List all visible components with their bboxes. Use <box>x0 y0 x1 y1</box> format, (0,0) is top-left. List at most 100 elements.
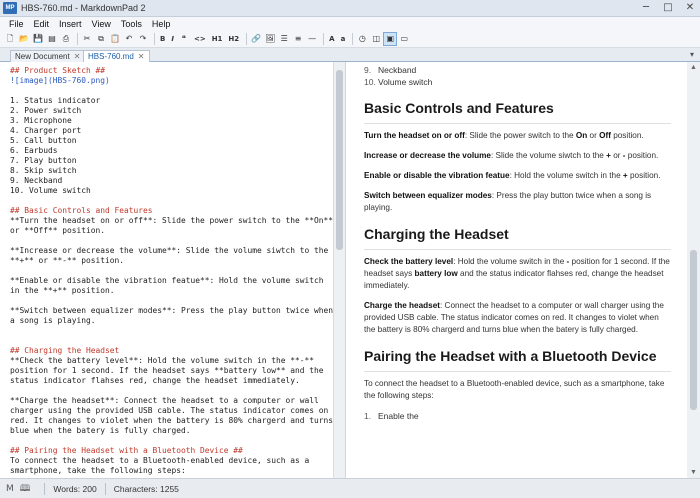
close-tab-icon[interactable]: ✕ <box>74 52 81 61</box>
save-all-icon[interactable]: ▤ <box>46 33 58 45</box>
preview-scrollbar[interactable]: ▲ ▼ <box>687 62 700 478</box>
editor-line[interactable]: red. It changes to violet when the batte… <box>10 416 333 425</box>
editor-line[interactable]: 1. Status indicator <box>10 96 100 105</box>
markdown-mode-icon[interactable]: M <box>6 484 14 494</box>
minimize-button[interactable]: ─ <box>640 2 652 14</box>
paragraph-battery-level: Check the battery level: Hold the volume… <box>364 257 670 290</box>
menu-insert[interactable]: Insert <box>54 17 87 31</box>
status-divider <box>104 482 106 495</box>
image-icon[interactable]: 🖼 <box>264 33 276 45</box>
heading1-button[interactable]: H1 <box>210 33 225 45</box>
tab-hbs-760[interactable]: HBS-760.md ✕ <box>83 50 150 62</box>
toolbar-divider <box>246 33 248 45</box>
app-logo-icon: MP <box>3 2 17 14</box>
timestamp-icon[interactable]: ◷ <box>356 33 368 45</box>
editor-line[interactable]: position for 1 second. If the headset sa… <box>10 366 324 375</box>
lowercase-button[interactable]: a <box>339 33 348 45</box>
editor-line[interactable]: 4. Charger port <box>10 126 81 135</box>
paragraph-equalizer: Switch between equalizer modes: Press th… <box>364 191 652 212</box>
editor-line[interactable]: **Increase or decrease the volume**: Sli… <box>10 246 328 255</box>
editor-line[interactable]: ## Pairing the Headset with a Bluetooth … <box>10 446 243 455</box>
editor-line[interactable]: a song is playing. <box>10 316 96 325</box>
menu-view[interactable]: View <box>87 17 116 31</box>
undo-icon[interactable]: ↶ <box>123 33 135 45</box>
editor-line[interactable]: 9. Neckband <box>10 176 62 185</box>
preview-scroll-thumb[interactable] <box>690 250 697 410</box>
list-item: 9. Neckband <box>364 65 417 75</box>
menu-help[interactable]: Help <box>147 17 176 31</box>
editor-line[interactable]: **Turn the headset on or off**: Slide th… <box>10 216 333 225</box>
editor-line[interactable]: ## Basic Controls and Features <box>10 206 153 215</box>
new-document-icon[interactable]: 🗋 <box>4 33 16 45</box>
editor-scrollbar[interactable] <box>333 62 345 478</box>
tab-label: New Document <box>15 52 70 61</box>
editor-line[interactable]: or **Off** position. <box>10 226 105 235</box>
editor-line[interactable]: in the **+** position. <box>10 286 115 295</box>
editor-line[interactable]: ## Charging the Headset <box>10 346 119 355</box>
editor-line[interactable]: **Charge the headset**: Connect the head… <box>10 396 319 405</box>
editor-line[interactable]: 5. Call button <box>10 136 77 145</box>
italic-button[interactable]: I <box>169 33 176 45</box>
bold-button[interactable]: B <box>158 33 167 45</box>
paste-icon[interactable]: 📋 <box>109 33 121 45</box>
menu-file[interactable]: File <box>4 17 29 31</box>
editor-scroll-thumb[interactable] <box>336 70 343 250</box>
horizontal-rule-icon[interactable]: — <box>306 33 318 45</box>
live-preview-icon[interactable]: ▣ <box>383 32 398 46</box>
editor-line[interactable]: 3. Microphone <box>10 116 72 125</box>
heading-basic-controls: Basic Controls and Features <box>364 100 554 116</box>
title-bar: MP HBS-760.md - MarkdownPad 2 ─ □ ✕ <box>0 0 700 17</box>
status-divider <box>44 482 46 495</box>
heading-pairing: Pairing the Headset with a Bluetooth Dev… <box>364 348 657 364</box>
editor-line[interactable]: 8. Skip switch <box>10 166 77 175</box>
scroll-up-icon[interactable]: ▲ <box>690 64 697 71</box>
editor-line[interactable]: blue when the batery is fully charged. <box>10 426 191 435</box>
heading2-button[interactable]: H2 <box>226 33 241 45</box>
open-folder-icon[interactable]: 📂 <box>18 33 30 45</box>
split-view-icon[interactable]: ◫ <box>370 33 382 45</box>
maximize-button[interactable]: □ <box>662 2 674 14</box>
tab-list-chevron-icon[interactable]: ▾ <box>690 50 694 59</box>
list-item: 1. Enable the <box>364 411 419 421</box>
menu-edit[interactable]: Edit <box>29 17 55 31</box>
editor-text[interactable]: ## Product Sketch ## ![image](HBS-760.pn… <box>0 62 333 476</box>
editor-line[interactable]: charger using the provided USB cable. Th… <box>10 406 328 415</box>
editor-line[interactable]: 6. Earbuds <box>10 146 58 155</box>
editor-line[interactable]: status indicator flahses red, change the… <box>10 376 300 385</box>
paragraph-volume: Increase or decrease the volume: Slide t… <box>364 151 659 160</box>
editor-line[interactable]: **Enable or disable the vibration featue… <box>10 276 324 285</box>
window-title: HBS-760.md - MarkdownPad 2 <box>21 3 146 13</box>
toolbar-divider <box>323 33 325 45</box>
editor-line[interactable]: 2. Power switch <box>10 106 81 115</box>
close-tab-icon[interactable]: ✕ <box>138 52 145 61</box>
tab-new-document[interactable]: New Document ✕ <box>10 50 86 62</box>
scroll-down-icon[interactable]: ▼ <box>690 469 697 476</box>
preview-browser-icon[interactable]: ▭ <box>398 33 410 45</box>
editor-line[interactable]: ## Product Sketch ## <box>10 66 105 75</box>
uppercase-button[interactable]: A <box>327 33 336 45</box>
menu-tools[interactable]: Tools <box>116 17 147 31</box>
print-icon[interactable]: ⎙ <box>60 33 72 45</box>
editor-line[interactable]: 10. Volume switch <box>10 186 91 195</box>
editor-line[interactable]: **+** or **-** position. <box>10 256 124 265</box>
editor-line[interactable]: To connect the headset to a Bluetooth-en… <box>10 456 309 465</box>
quote-icon[interactable]: ❝ <box>178 33 190 45</box>
save-icon[interactable]: 💾 <box>32 33 44 45</box>
copy-icon[interactable]: ⧉ <box>95 33 107 45</box>
book-icon[interactable]: 🕮 <box>20 481 31 497</box>
editor-line[interactable]: **Switch between equalizer modes**: Pres… <box>10 306 333 315</box>
editor-line[interactable]: **Check the battery level**: Hold the vo… <box>10 356 314 365</box>
close-window-button[interactable]: ✕ <box>684 2 696 14</box>
markdown-editor[interactable]: ## Product Sketch ## ![image](HBS-760.pn… <box>0 62 333 478</box>
editor-line[interactable]: smartphone, take the following steps: <box>10 466 186 475</box>
link-icon[interactable]: 🔗 <box>250 33 262 45</box>
numbered-list-icon[interactable]: ≡ <box>292 33 304 45</box>
editor-line[interactable]: ![image](HBS-760.png) <box>10 76 110 85</box>
word-count: Words: 200 <box>53 483 97 494</box>
redo-icon[interactable]: ↷ <box>137 33 149 45</box>
code-button[interactable]: <> <box>192 33 208 45</box>
editor-line[interactable]: 7. Play button <box>10 156 77 165</box>
status-bar: M 🕮 Words: 200 Characters: 1255 <box>0 478 700 498</box>
bulleted-list-icon[interactable]: ☰ <box>278 33 290 45</box>
cut-icon[interactable]: ✂ <box>81 33 93 45</box>
